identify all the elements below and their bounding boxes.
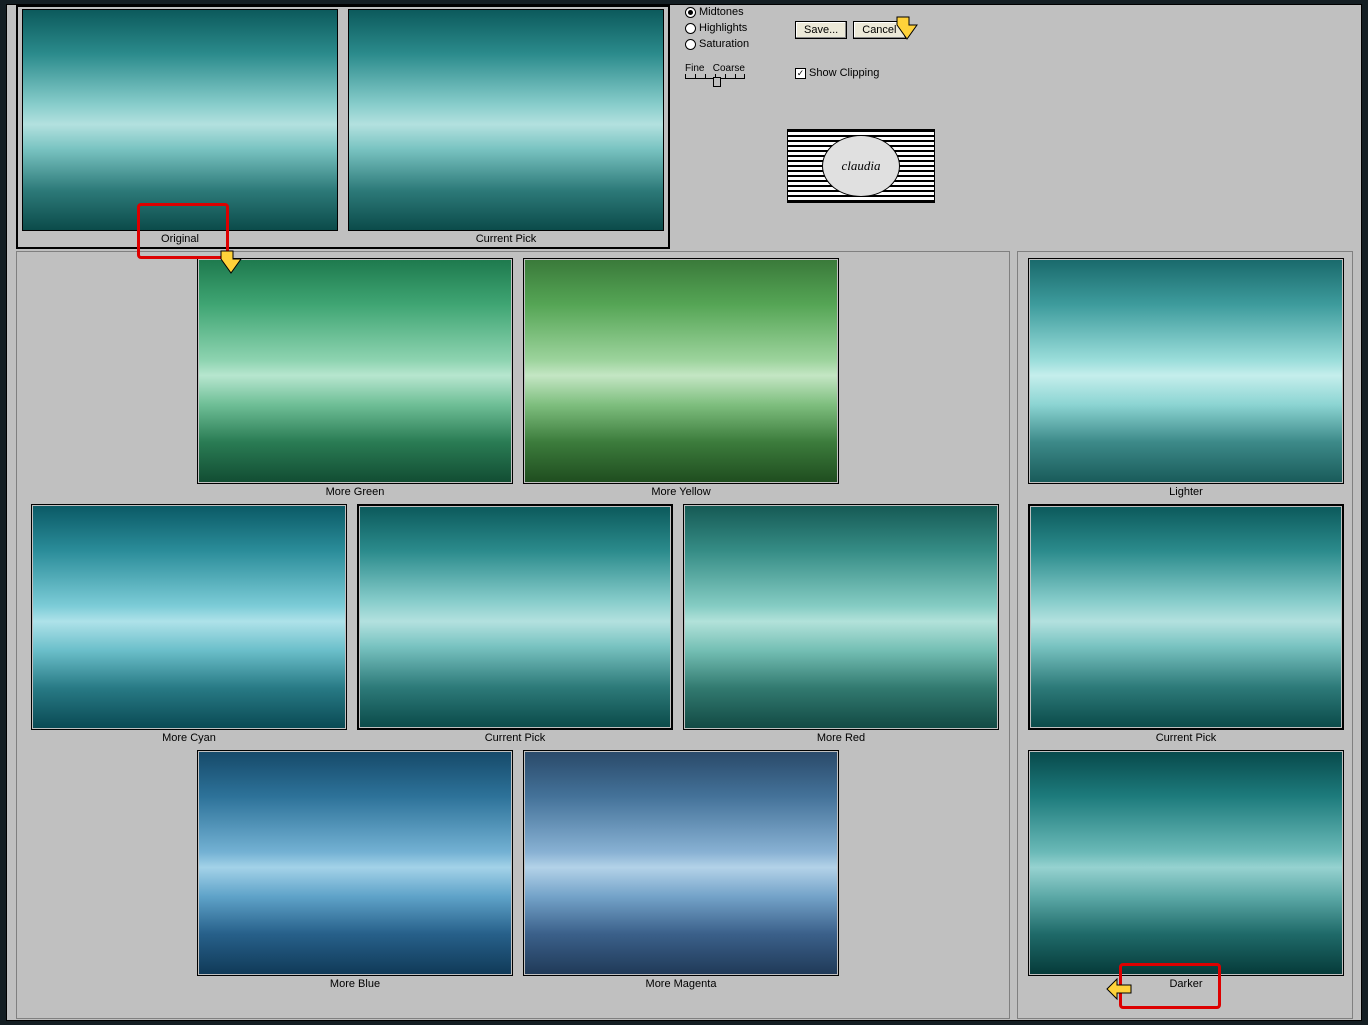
- radio-label: Midtones: [699, 6, 744, 18]
- cell-darker[interactable]: Darker: [1028, 750, 1344, 990]
- slider-tick: [725, 74, 726, 79]
- radio-label: Highlights: [699, 22, 747, 34]
- gradient-preview: [525, 260, 837, 482]
- slider-tick: [705, 74, 706, 79]
- gradient-preview: [1030, 752, 1342, 974]
- controls-panel: Midtones Highlights Saturation Save... C…: [685, 5, 1135, 115]
- top-compare-panel: Original Current Pick: [16, 5, 670, 249]
- label-more-green: More Green: [197, 484, 513, 498]
- gradient-preview: [1031, 507, 1341, 727]
- label-more-blue: More Blue: [197, 976, 513, 990]
- label-current-pick-top: Current Pick: [348, 233, 664, 245]
- label-more-cyan: More Cyan: [31, 730, 347, 744]
- checkbox-icon: [795, 68, 806, 79]
- radio-label: Saturation: [699, 38, 749, 50]
- label-current-pick-right: Current Pick: [1028, 730, 1344, 744]
- radio-dot-icon: [685, 23, 696, 34]
- cell-more-green[interactable]: More Green: [197, 258, 513, 498]
- label-darker: Darker: [1028, 976, 1344, 990]
- gradient-preview: [349, 10, 663, 230]
- radio-midtones[interactable]: Midtones: [685, 5, 749, 19]
- label-more-red: More Red: [683, 730, 999, 744]
- cell-lighter[interactable]: Lighter: [1028, 258, 1344, 498]
- logo-claudia: claudia: [787, 129, 935, 203]
- slider-coarse-label: Coarse: [713, 63, 745, 74]
- label-current-pick-center: Current Pick: [357, 730, 673, 744]
- checkbox-label: Show Clipping: [809, 67, 879, 79]
- intensity-slider[interactable]: [685, 74, 745, 88]
- cell-more-yellow[interactable]: More Yellow: [523, 258, 839, 498]
- radio-highlights[interactable]: Highlights: [685, 21, 749, 35]
- brightness-panel: Lighter Current Pick Darker: [1017, 251, 1353, 1019]
- slider-labels: Fine Coarse: [685, 63, 745, 74]
- label-more-magenta: More Magenta: [523, 976, 839, 990]
- gradient-preview: [525, 752, 837, 974]
- gradient-preview: [199, 260, 511, 482]
- gradient-preview: [1030, 260, 1342, 482]
- gradient-preview: [23, 10, 337, 230]
- gradient-preview: [360, 507, 670, 727]
- slider-tick: [744, 74, 745, 79]
- color-variations-panel: More Green More Yellow More Cyan Current…: [16, 251, 1010, 1019]
- variations-dialog: Original Current Pick Midtones Highlight…: [6, 4, 1362, 1021]
- gradient-preview: [685, 506, 997, 728]
- cell-current-pick-center[interactable]: Current Pick: [357, 504, 673, 744]
- cell-more-magenta[interactable]: More Magenta: [523, 750, 839, 990]
- cell-more-red[interactable]: More Red: [683, 504, 999, 744]
- label-original: Original: [22, 233, 338, 245]
- thumb-original[interactable]: [22, 9, 338, 231]
- gradient-preview: [33, 506, 345, 728]
- slider-tick: [695, 74, 696, 79]
- slider-tick: [685, 74, 686, 79]
- show-clipping-checkbox[interactable]: Show Clipping: [795, 67, 879, 79]
- slider-tick: [735, 74, 736, 79]
- label-lighter: Lighter: [1028, 484, 1344, 498]
- slider-fine-label: Fine: [685, 63, 704, 74]
- label-more-yellow: More Yellow: [523, 484, 839, 498]
- cell-more-blue[interactable]: More Blue: [197, 750, 513, 990]
- save-button[interactable]: Save...: [795, 21, 847, 39]
- gradient-preview: [199, 752, 511, 974]
- cancel-button[interactable]: Cancel: [853, 21, 905, 39]
- slider-knob-icon[interactable]: [713, 77, 721, 87]
- cell-current-pick-right[interactable]: Current Pick: [1028, 504, 1344, 744]
- cell-more-cyan[interactable]: More Cyan: [31, 504, 347, 744]
- radio-saturation[interactable]: Saturation: [685, 37, 749, 51]
- logo-text: claudia: [822, 135, 900, 197]
- radio-dot-icon: [685, 7, 696, 18]
- thumb-current-pick-top[interactable]: [348, 9, 664, 231]
- radio-dot-icon: [685, 39, 696, 50]
